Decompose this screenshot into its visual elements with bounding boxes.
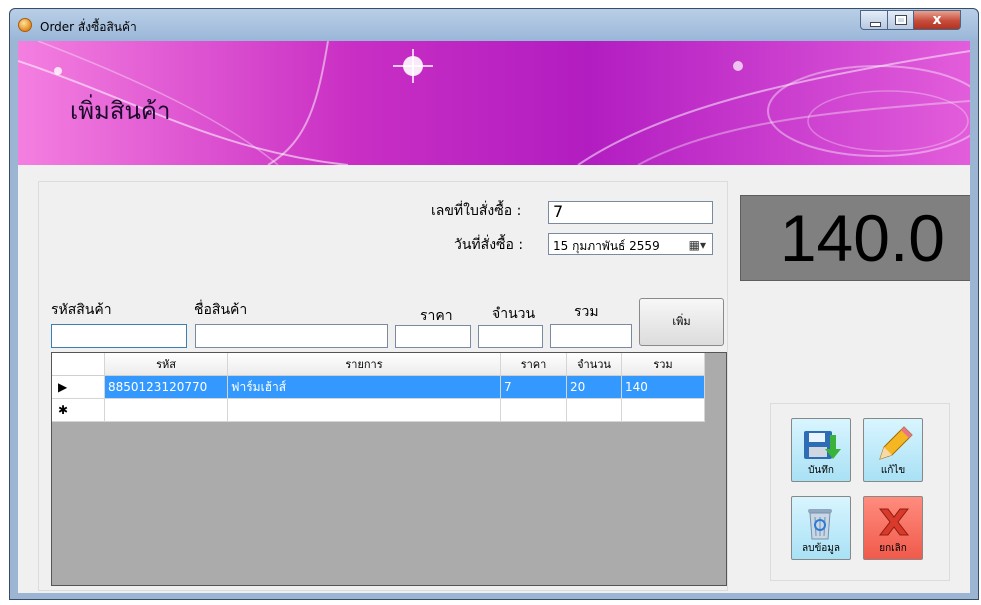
column-header-price[interactable]: ราคา	[500, 353, 567, 376]
maximize-icon	[895, 15, 907, 25]
cell-quantity[interactable]: 20	[566, 375, 622, 399]
cancel-button[interactable]: ยกเลิก	[863, 496, 923, 560]
total-display: 140.0	[740, 195, 970, 281]
action-panel: บันทึก แก้ไข ลบข้อมูล ยกเลิก	[770, 403, 950, 581]
new-row[interactable]: ✱	[52, 398, 705, 422]
add-button[interactable]: เพิ่ม	[639, 298, 724, 346]
sum-label: รวม	[574, 304, 599, 320]
edit-button-label: แก้ไข	[880, 465, 906, 476]
new-cell-item[interactable]	[227, 398, 501, 422]
product-name-label: ชื่อสินค้า	[194, 302, 248, 318]
client-area: เพิ่มสินค้า เลขที่ใบสั่งซื้อ : 7 วันที่ส…	[18, 41, 970, 593]
recycle-bin-icon	[808, 509, 832, 540]
new-cell-total[interactable]	[621, 398, 705, 422]
cell-price[interactable]: 7	[500, 375, 567, 399]
column-header-total[interactable]: รวม	[621, 353, 705, 376]
order-number-label: เลขที่ใบสั่งซื้อ :	[431, 203, 522, 219]
quantity-label: จำนวน	[492, 306, 536, 322]
order-date-label: วันที่สั่งซื้อ :	[454, 237, 524, 253]
order-window: Order สั่งซื้อสินค้า x เพิ่มสินค้า เลขที…	[9, 8, 979, 600]
pencil-icon	[879, 426, 913, 460]
window-title: Order สั่งซื้อสินค้า	[40, 20, 137, 34]
order-date-picker[interactable]: 15 กุมภาพันธ์ 2559 ▦▾	[548, 233, 713, 255]
price-input[interactable]	[395, 325, 471, 348]
page-title: เพิ่มสินค้า	[70, 97, 171, 125]
save-button[interactable]: บันทึก	[791, 418, 851, 482]
sum-input[interactable]	[550, 324, 632, 348]
product-code-label: รหัสสินค้า	[51, 302, 112, 318]
order-number-field[interactable]: 7	[548, 201, 713, 224]
grid-corner-header	[52, 353, 105, 376]
total-value: 140.0	[779, 201, 945, 275]
order-date-value: 15 กุมภาพันธ์ 2559	[553, 239, 660, 253]
close-button[interactable]: x	[913, 10, 961, 30]
minimize-icon	[870, 22, 881, 27]
calendar-dropdown-icon[interactable]: ▦▾	[689, 238, 706, 252]
title-bar[interactable]: Order สั่งซื้อสินค้า x	[10, 9, 978, 41]
app-icon	[18, 18, 32, 32]
new-cell-quantity[interactable]	[566, 398, 622, 422]
new-cell-code[interactable]	[104, 398, 228, 422]
cell-item[interactable]: ฟาร์มเฮ้าส์	[227, 375, 501, 399]
cell-total[interactable]: 140	[621, 375, 705, 399]
table-row[interactable]: ▶ 8850123120770 ฟาร์มเฮ้าส์ 7 20 140	[52, 375, 705, 399]
current-row-indicator[interactable]: ▶	[52, 375, 105, 399]
new-cell-price[interactable]	[500, 398, 567, 422]
product-code-input[interactable]	[51, 324, 187, 348]
edit-button[interactable]: แก้ไข	[863, 418, 923, 482]
header-banner: เพิ่มสินค้า	[18, 41, 970, 165]
order-items-grid[interactable]: รหัส รายการ ราคา จำนวน รวม ▶ 88501231207…	[51, 352, 727, 586]
maximize-button[interactable]	[887, 10, 914, 30]
minimize-button[interactable]	[860, 10, 888, 30]
cancel-button-label: ยกเลิก	[879, 543, 907, 554]
column-header-code[interactable]: รหัส	[104, 353, 228, 376]
delete-button[interactable]: ลบข้อมูล	[791, 496, 851, 560]
save-disk-icon	[804, 431, 841, 459]
delete-button-label: ลบข้อมูล	[801, 543, 841, 554]
new-row-indicator[interactable]: ✱	[52, 398, 105, 422]
product-name-input[interactable]	[195, 324, 388, 348]
column-header-item[interactable]: รายการ	[227, 353, 501, 376]
price-label: ราคา	[420, 308, 453, 324]
save-button-label: บันทึก	[808, 465, 834, 476]
quantity-input[interactable]	[478, 325, 543, 348]
column-header-quantity[interactable]: จำนวน	[566, 353, 622, 376]
close-x-icon	[878, 508, 910, 536]
cell-code[interactable]: 8850123120770	[104, 375, 228, 399]
